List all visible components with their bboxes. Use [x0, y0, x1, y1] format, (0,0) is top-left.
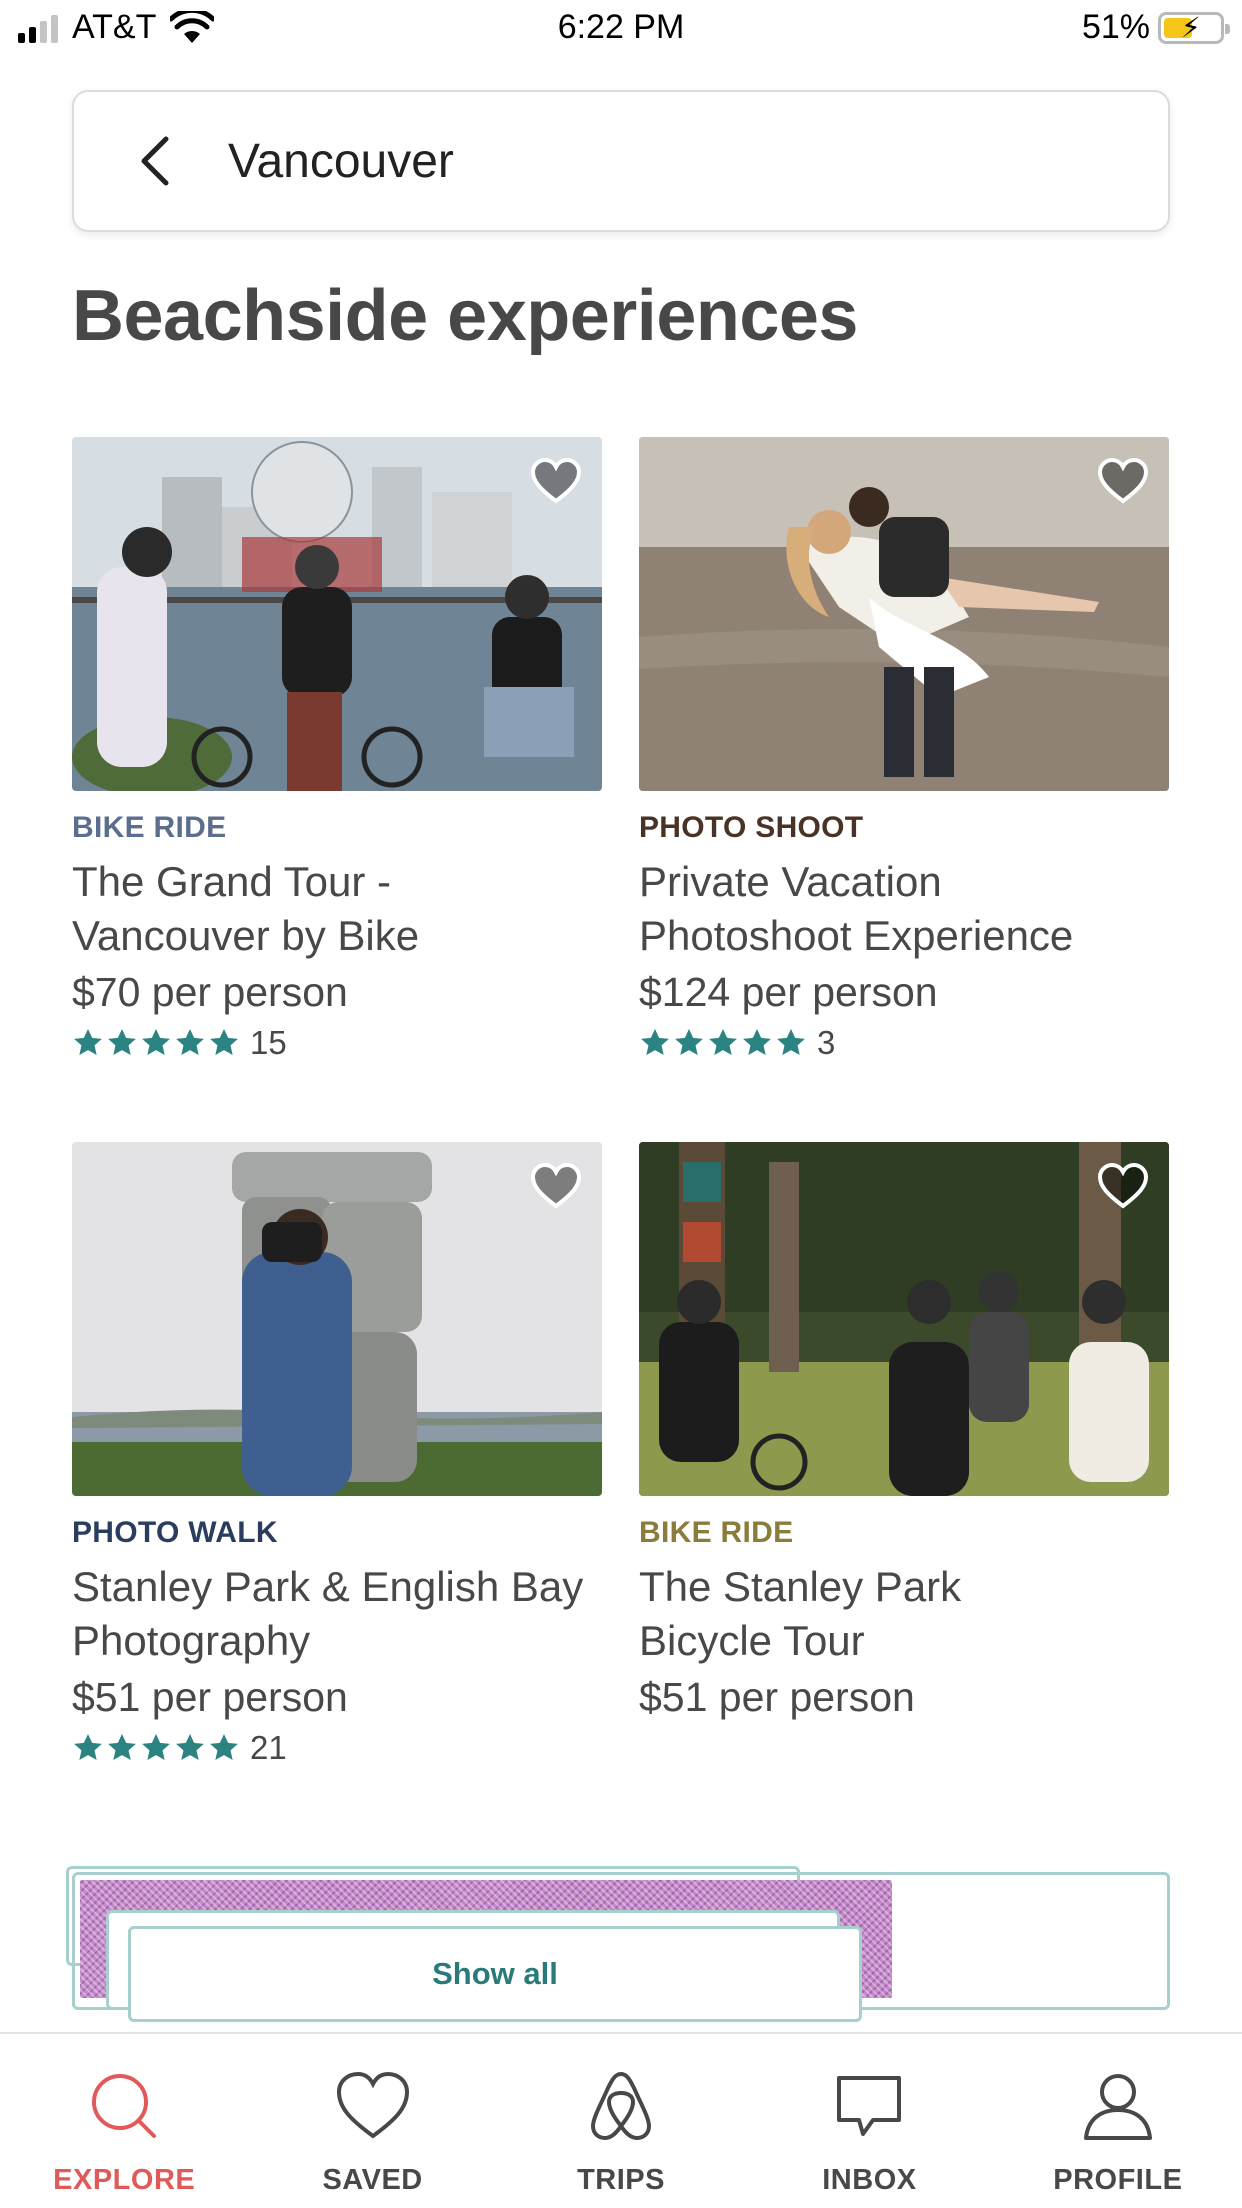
experience-card-grand-tour[interactable]: BIKE RIDE The Grand Tour - Vancouver by … [72, 437, 602, 1062]
tab-saved[interactable]: SAVED [248, 2034, 496, 2208]
experience-title[interactable]: Stanley Park & English Bay Photography [72, 1560, 602, 1668]
star-icon [176, 1734, 204, 1760]
experience-title-line: Photoshoot Experience [639, 912, 1074, 959]
star-icon [74, 1734, 102, 1760]
review-count: 15 [250, 1024, 287, 1061]
experience-price: $124 per person [639, 969, 938, 1015]
experience-title[interactable]: The Grand Tour - Vancouver by Bike [72, 855, 602, 963]
star-icon [176, 1029, 204, 1055]
experience-price: $51 per person [639, 1674, 915, 1720]
experience-category: PHOTO SHOOT [639, 811, 864, 844]
status-time: 6:22 PM [557, 8, 685, 46]
experience-title-line: The Stanley Park [639, 1563, 962, 1610]
experience-image[interactable] [72, 1142, 602, 1496]
experience-title-line: Private Vacation [639, 858, 942, 905]
chevron-left-icon[interactable] [134, 133, 178, 189]
heart-icon[interactable] [1097, 1162, 1149, 1210]
star-rating [72, 1027, 240, 1059]
experience-image[interactable] [639, 437, 1169, 791]
heart-icon[interactable] [530, 1162, 582, 1210]
star-icon [108, 1029, 136, 1055]
experience-price: $51 per person [72, 1674, 348, 1720]
star-icon [108, 1734, 136, 1760]
user-icon [1083, 2074, 1152, 2140]
location-search-bar[interactable]: Vancouver [72, 90, 1170, 232]
star-icon [210, 1029, 238, 1055]
tab-explore[interactable]: EXPLORE [0, 2034, 248, 2208]
experience-card-photoshoot[interactable]: PHOTO SHOOT Private Vacation Photoshoot … [639, 437, 1169, 1062]
tab-label: SAVED [322, 2164, 423, 2196]
review-count: 3 [817, 1024, 836, 1061]
experience-title-line: Bicycle Tour [639, 1617, 865, 1664]
star-icon [675, 1029, 703, 1055]
star-rating [72, 1732, 240, 1764]
status-right: 51% ⚡ [1081, 8, 1230, 47]
star-icon [142, 1734, 170, 1760]
experience-title-line: Vancouver by Bike [72, 912, 420, 959]
charging-bolt-icon: ⚡ [1181, 11, 1201, 43]
search-location-text[interactable]: Vancouver [228, 134, 454, 189]
star-rating [639, 1027, 807, 1059]
tab-label: PROFILE [1053, 2164, 1183, 2196]
experience-rating: 3 [639, 1024, 1169, 1062]
star-icon [142, 1029, 170, 1055]
search-icon [92, 2074, 157, 2138]
section-title: Beachside experiences [72, 276, 858, 356]
review-count: 21 [250, 1729, 287, 1766]
message-icon [837, 2076, 902, 2136]
tab-trips[interactable]: TRIPS [497, 2034, 745, 2208]
tab-label: EXPLORE [53, 2164, 196, 2196]
experience-title-line: Photography [72, 1617, 311, 1664]
experience-title-line: Stanley Park & English Bay [72, 1563, 584, 1610]
star-icon [777, 1029, 805, 1055]
heart-icon [336, 2071, 409, 2139]
star-icon [743, 1029, 771, 1055]
experience-category: BIKE RIDE [72, 811, 227, 844]
experience-title[interactable]: Private Vacation Photoshoot Experience [639, 855, 1169, 963]
heart-icon[interactable] [530, 457, 582, 505]
show-all-area: Show all [66, 1866, 1174, 2026]
star-icon [641, 1029, 669, 1055]
experience-title-line: The Grand Tour - [72, 858, 392, 905]
battery-icon: ⚡ [1158, 11, 1230, 44]
tab-profile[interactable]: PROFILE [994, 2034, 1242, 2208]
experience-card-stanley-park-photography[interactable]: PHOTO WALK Stanley Park & English Bay Ph… [72, 1142, 602, 1767]
experience-card-stanley-park-bicycle[interactable]: BIKE RIDE The Stanley Park Bicycle Tour … [639, 1142, 1169, 1721]
tab-label: INBOX [822, 2164, 917, 2196]
star-icon [210, 1734, 238, 1760]
experience-rating: 21 [72, 1729, 602, 1767]
star-icon [709, 1029, 737, 1055]
status-bar: AT&T 6:22 PM 51% ⚡ [0, 0, 1242, 58]
experience-title[interactable]: The Stanley Park Bicycle Tour [639, 1560, 1169, 1668]
battery-percent: 51% [1081, 8, 1150, 46]
star-icon [74, 1029, 102, 1055]
tab-inbox[interactable]: INBOX [745, 2034, 993, 2208]
experience-category: PHOTO WALK [72, 1516, 278, 1549]
experience-category: BIKE RIDE [639, 1516, 794, 1549]
experience-image[interactable] [72, 437, 602, 791]
show-all-button[interactable]: Show all [128, 1926, 862, 2022]
experience-image[interactable] [639, 1142, 1169, 1496]
experience-price: $70 per person [72, 969, 348, 1015]
experience-rating: 15 [72, 1024, 602, 1062]
bottom-tab-bar: EXPLORE SAVED TRIPS INBOX PROFILE [0, 2032, 1242, 2208]
heart-icon[interactable] [1097, 457, 1149, 505]
tab-label: TRIPS [577, 2164, 665, 2196]
airbnb-logo-icon [591, 2072, 652, 2140]
